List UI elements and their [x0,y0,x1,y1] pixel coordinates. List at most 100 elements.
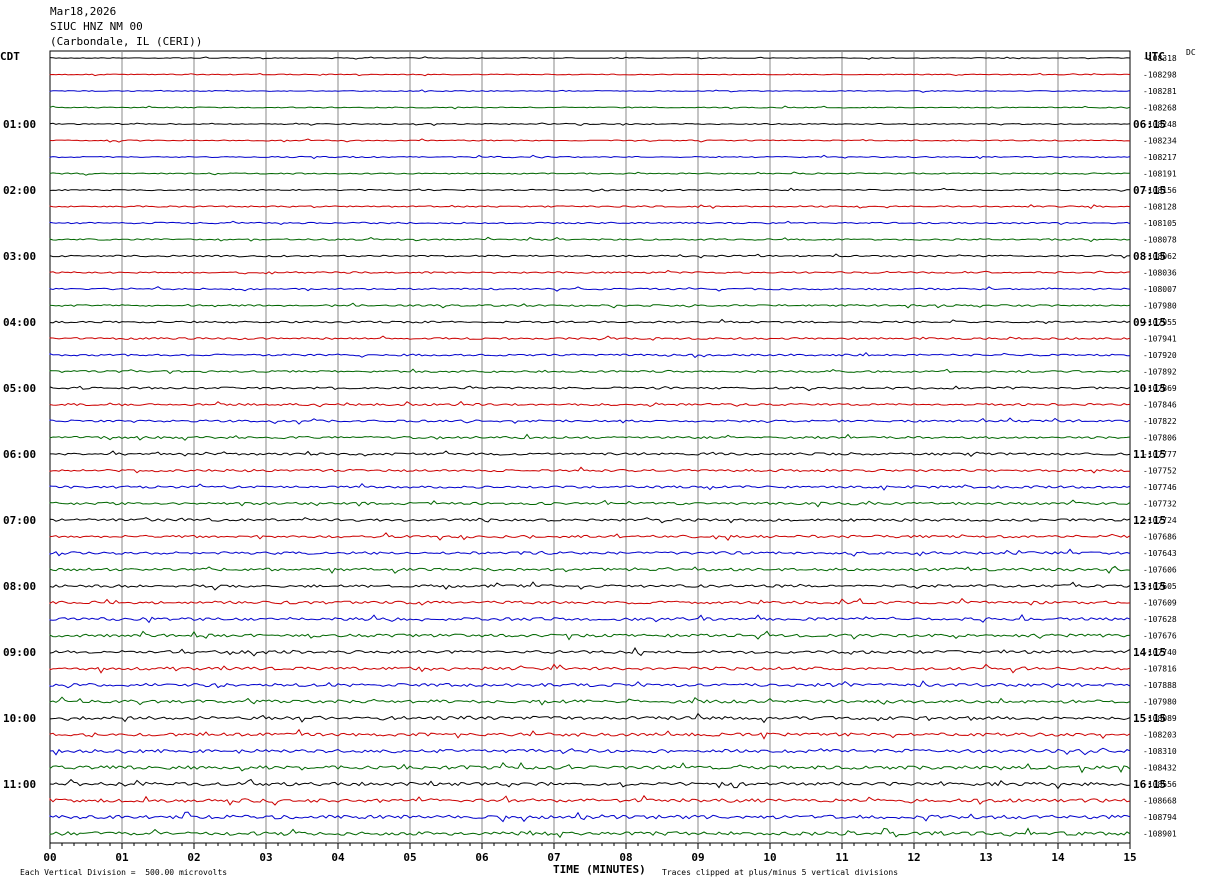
left-hour-label: 02:00 [3,184,36,197]
dc-offset-label: -108191 [1143,170,1177,179]
dc-offset-label: -107816 [1143,665,1177,674]
dc-offset-label: -108794 [1143,813,1177,822]
x-tick-label: 15 [1123,851,1136,864]
trace-line [49,433,1131,441]
trace-line [49,548,1131,557]
x-tick-label: 00 [43,851,56,864]
dc-offset-label: -108901 [1143,830,1177,839]
x-tick-label: 02 [187,851,200,864]
trace-line [49,761,1131,774]
clip-note: Traces clipped at plus/minus 5 vertical … [662,868,899,877]
right-hour-label: 14:15 [1133,646,1166,659]
trace-line [49,630,1131,641]
dc-offset-label: -108234 [1143,137,1177,146]
dc-offset-label: -107920 [1143,351,1177,360]
dc-offset-label: -108432 [1143,764,1177,773]
trace-line [49,712,1131,724]
helicorder-plot: -108318-108298-108281-108268-108248-1082… [3,50,1177,864]
dc-offset-label: -107609 [1143,599,1177,608]
right-hour-label: 16:15 [1133,778,1166,791]
right-hour-label: 06:15 [1133,118,1166,131]
trace-line [49,417,1131,425]
trace-line [49,482,1131,491]
dc-offset-label: -107686 [1143,533,1177,542]
trace-line [49,269,1131,275]
trace-line [49,532,1131,542]
trace-line [49,72,1131,77]
trace-line [49,663,1131,674]
dc-offset-label: -108007 [1143,285,1177,294]
trace-line [49,517,1131,524]
trace-line [49,466,1131,474]
trace-line [49,728,1131,740]
trace-line [49,827,1131,839]
trace-line [49,220,1131,226]
trace-line [49,581,1131,591]
left-hour-label: 05:00 [3,382,36,395]
trace-line [49,450,1131,457]
x-tick-label: 11 [835,851,849,864]
left-hour-label: 04:00 [3,316,36,329]
dc-offset-label: -107980 [1143,302,1177,311]
x-tick-label: 01 [115,851,129,864]
x-tick-label: 04 [331,851,345,864]
right-hour-label: 12:15 [1133,514,1166,527]
dc-offset-label: -108203 [1143,731,1177,740]
dc-offset-label: -108281 [1143,87,1177,96]
trace-line [49,385,1131,392]
trace-line [49,499,1131,508]
left-hour-label: 10:00 [3,712,36,725]
trace-line [49,613,1131,624]
trace-line [49,794,1131,806]
right-hour-label: 10:15 [1133,382,1166,395]
right-hour-label: 07:15 [1133,184,1166,197]
dc-offset-label: -108310 [1143,747,1177,756]
x-axis-title: TIME (MINUTES) [553,863,646,876]
left-hour-label: 09:00 [3,646,36,659]
dc-offset-label: -108217 [1143,153,1177,162]
dc-offset-label: -107676 [1143,632,1177,641]
trace-line [49,122,1131,126]
plot-frame [49,50,1131,844]
dc-offset-label: -108318 [1143,54,1177,63]
trace-line [49,204,1131,210]
dc-offset-label: -107746 [1143,483,1177,492]
dc-offset-label: -108036 [1143,269,1177,278]
dc-offset-label: -107643 [1143,549,1177,558]
x-tick-label: 10 [763,851,776,864]
trace-line [49,811,1131,823]
dc-offset-label: -107846 [1143,401,1177,410]
trace-line [49,351,1131,359]
trace-line [49,187,1131,192]
x-tick-label: 12 [907,851,920,864]
dc-offset-label: -108668 [1143,797,1177,806]
dc-offset-label: -108268 [1143,104,1177,113]
dc-offset-label: -107980 [1143,698,1177,707]
trace-line [49,105,1131,110]
trace-line [49,138,1131,143]
trace-line [49,171,1131,176]
trace-line [49,56,1131,60]
left-hour-label: 11:00 [3,778,36,791]
x-tick-label: 14 [1051,851,1065,864]
right-hour-label: 15:15 [1133,712,1166,725]
x-tick-label: 06 [475,851,489,864]
left-hour-label: 01:00 [3,118,36,131]
x-tick-label: 13 [979,851,992,864]
dc-offset-label: -107606 [1143,566,1177,575]
trace-line [49,335,1131,341]
trace-line [49,747,1131,756]
x-tick-label: 09 [691,851,704,864]
dc-offset-label: -107888 [1143,681,1177,690]
trace-line [49,680,1131,689]
trace-line [49,154,1131,160]
right-hour-label: 11:15 [1133,448,1166,461]
left-hour-label: 08:00 [3,580,36,593]
dc-offset-label: -107752 [1143,467,1177,476]
dc-offset-label: -107806 [1143,434,1177,443]
right-hour-label: 13:15 [1133,580,1166,593]
dc-offset-label: -107822 [1143,417,1177,426]
trace-line [49,646,1131,657]
dc-offset-label: -107892 [1143,368,1177,377]
trace-line [49,318,1131,325]
